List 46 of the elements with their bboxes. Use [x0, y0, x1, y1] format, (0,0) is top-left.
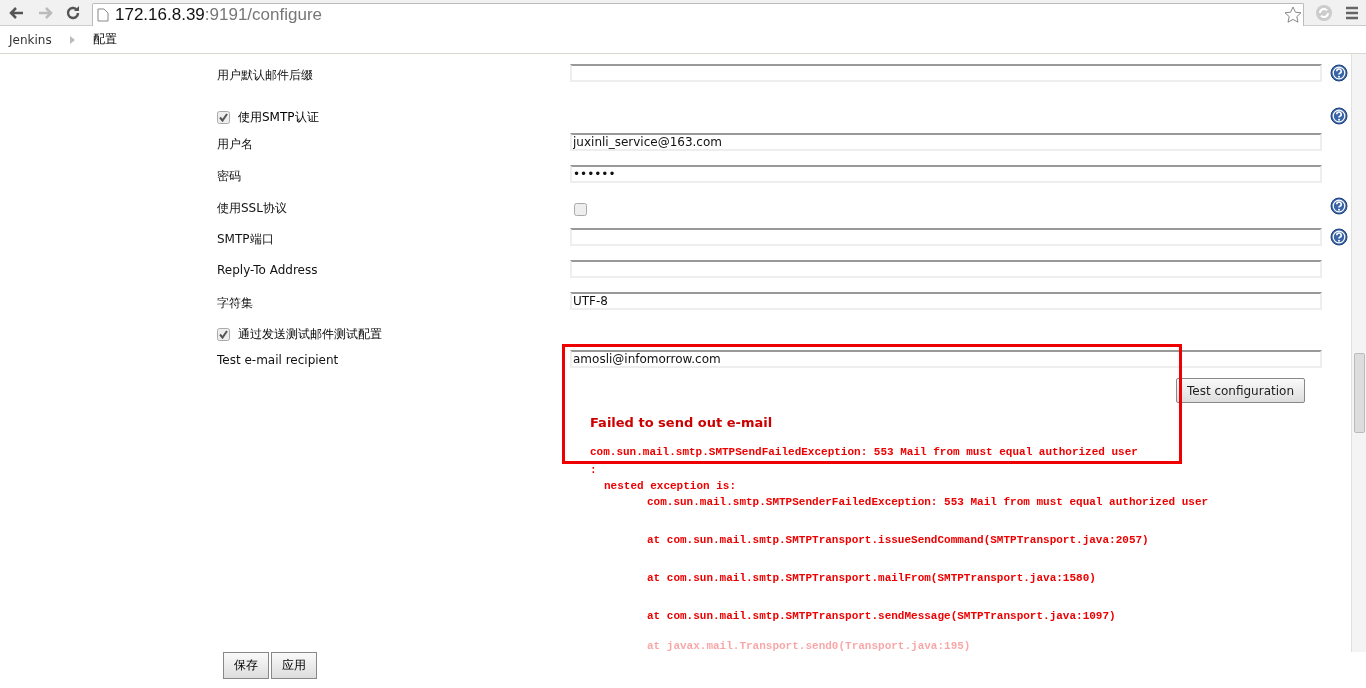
error-title: Failed to send out e-mail: [590, 415, 774, 430]
field-label: 用户默认邮件后缀: [217, 67, 314, 84]
chevron-icon: [69, 35, 75, 44]
input-field[interactable]: juxinli_service@163.com: [570, 133, 1322, 151]
help-icon[interactable]: [1330, 107, 1348, 125]
menu-icon[interactable]: [1344, 4, 1360, 21]
checkbox-label: 通过发送测试邮件测试配置: [238, 326, 382, 343]
input-field[interactable]: [570, 228, 1322, 246]
help-icon[interactable]: [1330, 197, 1348, 215]
input-field[interactable]: ••••••: [570, 165, 1322, 183]
help-icon[interactable]: [1330, 64, 1348, 82]
field-label: Reply-To Address: [217, 262, 319, 277]
stack-trace-line: nested exception is:: [604, 480, 738, 492]
stack-trace-line: com.sun.mail.smtp.SMTPSendFailedException: 553 Mail from must equal authorized user: [590, 446, 1139, 458]
field-label: Test e-mail recipient: [217, 352, 340, 367]
stack-trace-line: at javax.mail.Transport.send0(Transport.java:195): [647, 640, 972, 652]
star-icon[interactable]: [1283, 4, 1303, 25]
stack-trace-line: at com.sun.mail.smtp.SMTPTransport.issueSendCommand(SMTPTransport.java:2057): [647, 534, 1150, 546]
input-field[interactable]: [570, 64, 1322, 82]
help-icon[interactable]: [1330, 228, 1348, 246]
checkbox[interactable]: [217, 328, 230, 341]
form-button[interactable]: 应用: [271, 652, 317, 679]
form-button[interactable]: 保存: [223, 652, 269, 679]
field-label: 密码: [217, 168, 242, 185]
field-label: 用户名: [217, 136, 254, 153]
field-label: 使用SSL协议: [217, 200, 288, 217]
breadcrumb-link[interactable]: Jenkins: [9, 32, 52, 47]
field-label: SMTP端口: [217, 231, 275, 248]
checkbox[interactable]: [574, 203, 587, 216]
field-label: 字符集: [217, 295, 254, 312]
stack-trace-line: com.sun.mail.smtp.SMTPSenderFailedException: 553 Mail from must equal authorized user: [647, 496, 1210, 508]
breadcrumb-link[interactable]: 配置: [92, 31, 117, 48]
checkbox-label: 使用SMTP认证: [238, 109, 319, 126]
checkbox[interactable]: [217, 111, 230, 124]
address-bar[interactable]: 172.16.8.39:9191/configure: [92, 2, 1304, 26]
stack-trace-line: at com.sun.mail.smtp.SMTPTransport.mailFrom(SMTPTransport.java:1580): [647, 572, 1097, 584]
stack-trace-line: at com.sun.mail.smtp.SMTPTransport.sendMessage(SMTPTransport.java:1097): [647, 610, 1117, 622]
page-icon: [97, 7, 109, 22]
scrollbar-thumb[interactable]: [1354, 353, 1365, 433]
scrollbar[interactable]: [1351, 54, 1366, 652]
input-field[interactable]: UTF-8: [570, 292, 1322, 310]
input-field[interactable]: amosli@infomorrow.com: [570, 350, 1322, 368]
test-configuration-button[interactable]: Test configuration: [1175, 378, 1305, 403]
input-field[interactable]: [570, 260, 1322, 278]
stack-trace-line: :: [590, 464, 598, 476]
url-text: 172.16.8.39:9191/configure: [115, 4, 322, 25]
